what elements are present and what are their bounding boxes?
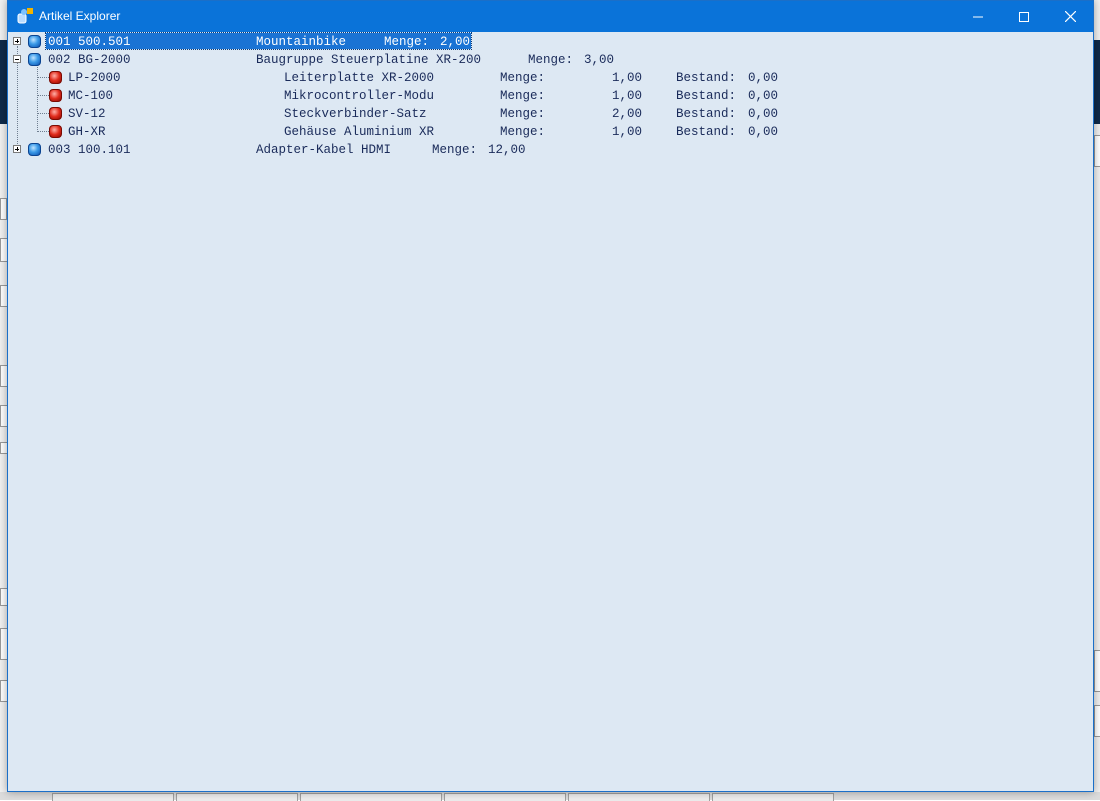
bestand-value: 0,00 — [748, 125, 779, 139]
menge-value: 12,00 — [488, 143, 526, 157]
menge-label: Menge: — [500, 89, 546, 103]
menge-value: 1,00 — [612, 89, 643, 103]
tree-node-mc-100[interactable]: MC-100 Mikrocontroller-Modu Menge: 1,00 … — [8, 87, 1088, 105]
minimize-button[interactable] — [955, 1, 1001, 32]
collapse-icon[interactable] — [13, 55, 21, 63]
expand-icon[interactable] — [13, 145, 21, 153]
bestand-value: 0,00 — [748, 107, 779, 121]
background-field — [0, 198, 7, 220]
expand-icon[interactable] — [13, 37, 21, 45]
node-name: Adapter-Kabel HDMI — [256, 143, 392, 157]
node-id: 003 100.101 — [48, 143, 131, 157]
maximize-button[interactable] — [1001, 1, 1047, 32]
node-name: Steckverbinder-Satz — [284, 107, 427, 121]
node-id: SV-12 — [68, 107, 106, 121]
red-node-icon — [49, 89, 62, 102]
app-icon — [17, 8, 33, 24]
menge-label: Menge: — [384, 35, 430, 49]
menge-value: 3,00 — [584, 53, 615, 67]
minimize-icon — [973, 16, 983, 17]
artikel-explorer-window: Artikel Explorer 001 500.501 Mountainbik… — [7, 0, 1094, 792]
node-id: MC-100 — [68, 89, 114, 103]
background-field — [1094, 135, 1100, 167]
menge-label: Menge: — [528, 53, 574, 67]
maximize-icon — [1019, 11, 1029, 22]
menge-label: Menge: — [500, 125, 546, 139]
node-name: Gehäuse Aluminium XR — [284, 125, 435, 139]
menge-value: 1,00 — [612, 71, 643, 85]
node-name: Mikrocontroller-Modu — [284, 89, 435, 103]
menge-value: 2,00 — [440, 35, 471, 49]
bestand-label: Bestand: — [676, 71, 737, 85]
tree-node-gh-xr[interactable]: GH-XR Gehäuse Aluminium XR Menge: 1,00 B… — [8, 123, 1088, 141]
node-id: LP-2000 — [68, 71, 121, 85]
node-name: Leiterplatte XR-2000 — [284, 71, 435, 85]
close-button[interactable] — [1047, 1, 1093, 32]
tree-node-sv-12[interactable]: SV-12 Steckverbinder-Satz Menge: 2,00 Be… — [8, 105, 1088, 123]
close-icon — [1064, 11, 1076, 22]
window-title: Artikel Explorer — [39, 9, 121, 23]
title-bar[interactable]: Artikel Explorer — [8, 1, 1093, 32]
menge-value: 1,00 — [612, 125, 643, 139]
tree-node-002-bg-2000[interactable]: 002 BG-2000 Baugruppe Steuerplatine XR-2… — [8, 51, 1088, 69]
bestand-value: 0,00 — [748, 89, 779, 103]
bestand-label: Bestand: — [676, 107, 737, 121]
menge-label: Menge: — [500, 107, 546, 121]
background-field — [1094, 705, 1100, 737]
blue-node-icon — [28, 143, 41, 156]
node-id: 001 500.501 — [48, 35, 131, 49]
node-id: 002 BG-2000 — [48, 53, 131, 67]
bestand-label: Bestand: — [676, 125, 737, 139]
node-name: Baugruppe Steuerplatine XR-200 — [256, 53, 482, 67]
background-field — [1094, 650, 1100, 692]
node-name: Mountainbike — [256, 35, 347, 49]
tree-node-lp-2000[interactable]: LP-2000 Leiterplatte XR-2000 Menge: 1,00… — [8, 69, 1088, 87]
node-id: GH-XR — [68, 125, 106, 139]
article-tree[interactable]: 001 500.501 Mountainbike Menge: 2,00 002… — [8, 32, 1093, 791]
bestand-value: 0,00 — [748, 71, 779, 85]
blue-node-icon — [28, 53, 41, 66]
bestand-label: Bestand: — [676, 89, 737, 103]
tree-node-001-500-501[interactable]: 001 500.501 Mountainbike Menge: 2,00 — [8, 32, 1088, 51]
red-node-icon — [49, 107, 62, 120]
menge-value: 2,00 — [612, 107, 643, 121]
red-node-icon — [49, 71, 62, 84]
blue-node-icon — [28, 35, 41, 48]
tree-view-panel[interactable]: 001 500.501 Mountainbike Menge: 2,00 002… — [8, 32, 1093, 791]
red-node-icon — [49, 125, 62, 138]
menge-label: Menge: — [432, 143, 478, 157]
tree-node-003-100-101[interactable]: 003 100.101 Adapter-Kabel HDMI Menge: 12… — [8, 141, 1088, 159]
menge-label: Menge: — [500, 71, 546, 85]
